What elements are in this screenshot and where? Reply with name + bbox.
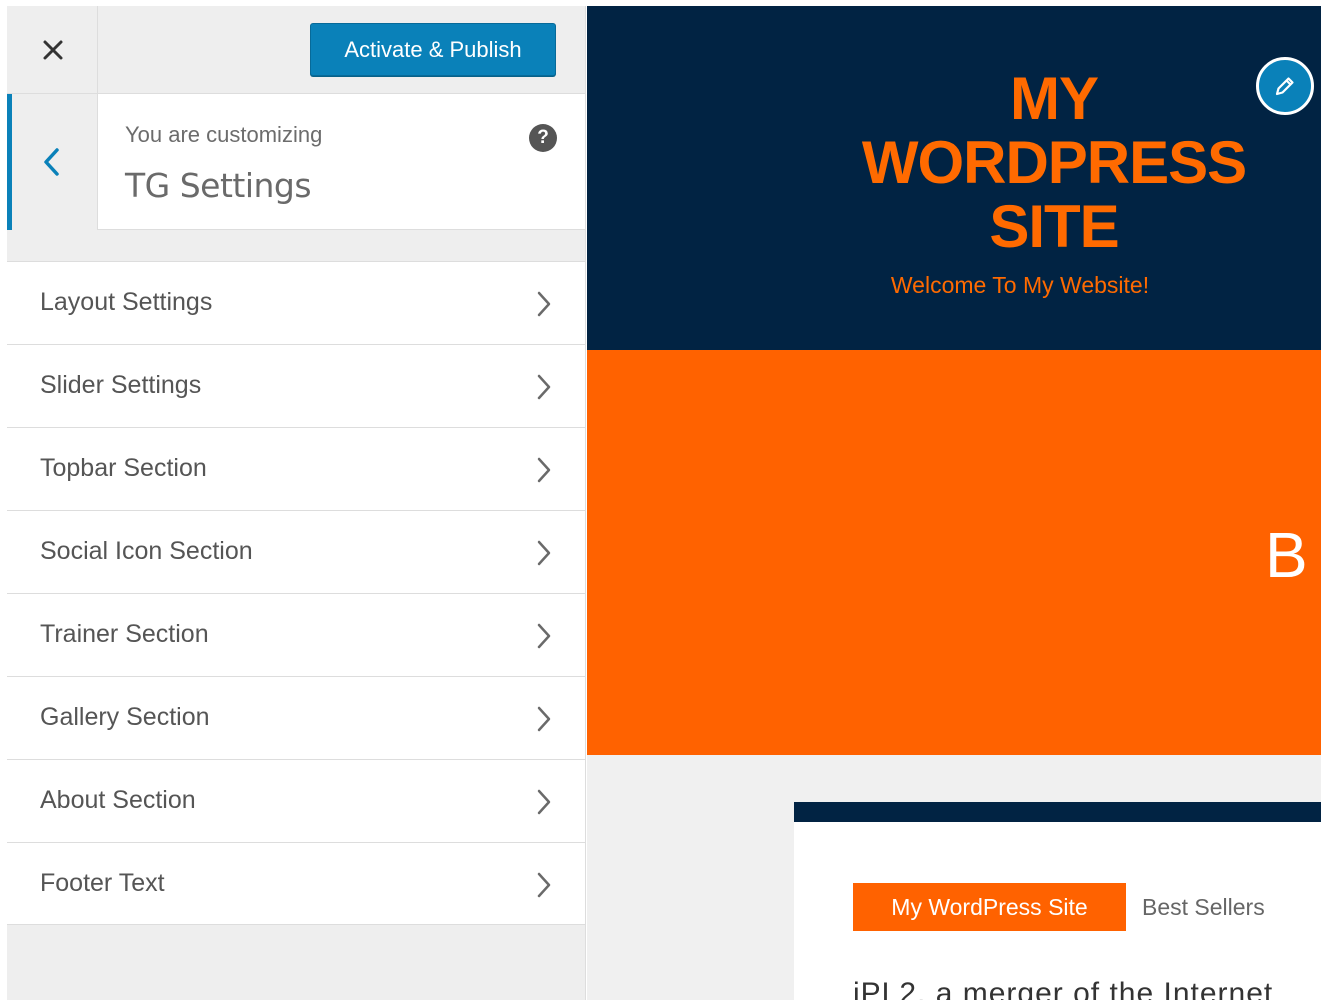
menu-item-label: Gallery Section: [40, 703, 210, 731]
chevron-left-icon: [44, 148, 59, 176]
chevron-right-icon: [537, 789, 551, 815]
site-tagline: Welcome To My Website!: [890, 272, 1150, 298]
customizer-panel: Activate & Publish You are customizing T…: [7, 6, 586, 1000]
help-icon[interactable]: ?: [529, 124, 557, 152]
tab-best-sellers[interactable]: Best Sellers: [1142, 883, 1265, 931]
menu-item-about-section[interactable]: About Section: [7, 759, 585, 842]
chevron-right-icon: [537, 623, 551, 649]
site-header: MY WORDPRESS SITE Welcome To My Website!: [587, 6, 1321, 350]
chevron-right-icon: [537, 872, 551, 898]
menu-item-label: About Section: [40, 786, 196, 814]
menu-item-layout-settings[interactable]: Layout Settings: [7, 261, 585, 344]
customizer-topbar: Activate & Publish: [7, 6, 585, 94]
close-icon: [43, 40, 63, 60]
settings-menu-list: Layout Settings Slider Settings Topbar S…: [7, 261, 585, 925]
chevron-right-icon: [537, 706, 551, 732]
site-preview: MY WORDPRESS SITE Welcome To My Website!…: [587, 6, 1321, 1000]
content-card: My WordPress Site Best Sellers iPL2, a m…: [794, 802, 1321, 1000]
menu-item-label: Footer Text: [40, 869, 165, 897]
customizing-label: You are customizing: [125, 122, 323, 147]
close-customizer-button[interactable]: [7, 6, 98, 94]
menu-item-footer-text[interactable]: Footer Text: [7, 842, 585, 925]
site-title-line-2[interactable]: WORDPRESS: [587, 128, 1321, 197]
edit-shortcut-button[interactable]: [1256, 57, 1314, 115]
activate-publish-button[interactable]: Activate & Publish: [310, 23, 556, 76]
menu-item-label: Topbar Section: [40, 454, 207, 482]
site-title-line-3[interactable]: SITE: [587, 192, 1321, 261]
section-title: TG Settings: [125, 166, 312, 205]
menu-item-topbar-section[interactable]: Topbar Section: [7, 427, 585, 510]
menu-item-slider-settings[interactable]: Slider Settings: [7, 344, 585, 427]
menu-item-label: Social Icon Section: [40, 537, 253, 565]
chevron-right-icon: [537, 291, 551, 317]
content-text: iPL2, a merger of the Internet: [853, 977, 1274, 1000]
pencil-icon: [1275, 77, 1294, 96]
back-button[interactable]: [7, 94, 98, 230]
chevron-right-icon: [537, 374, 551, 400]
hero-slider: B: [587, 350, 1321, 755]
menu-item-gallery-section[interactable]: Gallery Section: [7, 676, 585, 759]
menu-item-label: Trainer Section: [40, 620, 209, 648]
menu-item-label: Slider Settings: [40, 371, 202, 399]
tab-my-wordpress-site[interactable]: My WordPress Site: [853, 883, 1126, 931]
menu-item-social-icon-section[interactable]: Social Icon Section: [7, 510, 585, 593]
menu-item-trainer-section[interactable]: Trainer Section: [7, 593, 585, 676]
hero-slide-text: B: [1265, 519, 1308, 591]
customizer-section-header: You are customizing TG Settings ?: [7, 94, 585, 230]
chevron-right-icon: [537, 457, 551, 483]
chevron-right-icon: [537, 540, 551, 566]
site-title-line-1[interactable]: MY: [587, 64, 1321, 133]
menu-item-label: Layout Settings: [40, 288, 213, 316]
